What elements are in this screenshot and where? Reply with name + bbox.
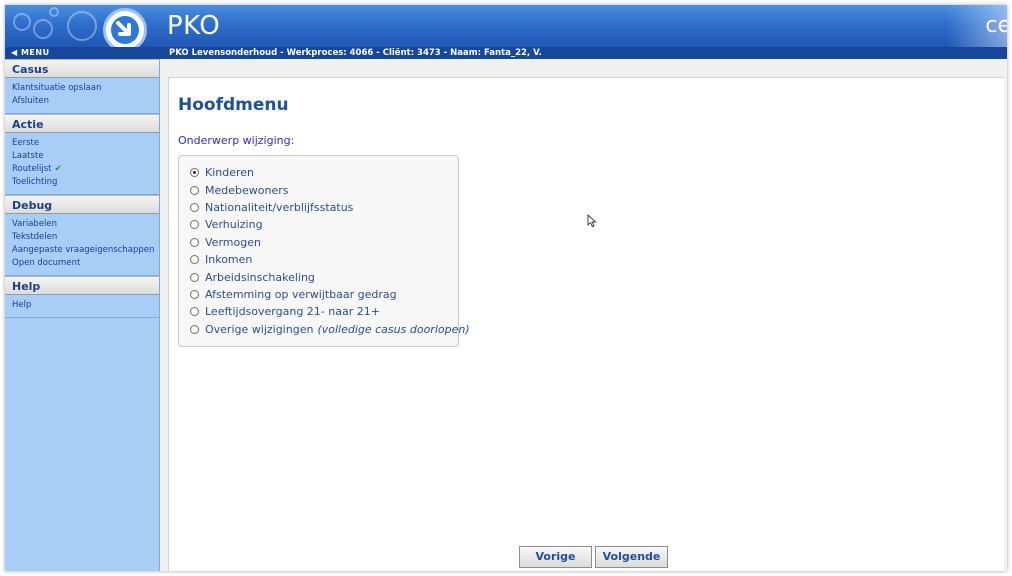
option-overige-wijzigingen[interactable]: Overige wijzigingen (volledige casus doo… [190, 321, 470, 338]
sidebar-section-debug-items: Variabelen Tekstdelen Aangepaste vraagei… [5, 214, 159, 276]
option-note: (volledige casus doorlopen) [317, 322, 470, 336]
sidebar-link-help[interactable]: Help [12, 299, 159, 312]
option-medebewoners[interactable]: Medebewoners [190, 181, 458, 198]
sidebar-section-help-items: Help [5, 295, 159, 318]
brand-logo-fragment: ce [985, 13, 1007, 38]
caret-left-icon: ◀ [11, 48, 18, 57]
decor-bubble [67, 11, 97, 41]
sidebar-link-toelichting[interactable]: Toelichting [12, 176, 159, 189]
radio-button[interactable] [190, 255, 199, 265]
sidebar-section-casus-items: Klantsituatie opslaan Afsluiten [5, 78, 159, 114]
radio-button-selected[interactable] [190, 168, 199, 178]
option-label: Nationaliteit/verblijfsstatus [205, 200, 354, 214]
option-label: Medebewoners [205, 183, 289, 197]
sidebar-link-variabelen[interactable]: Variabelen [12, 218, 159, 231]
option-label: Vermogen [205, 235, 261, 249]
sidebar-link-laatste[interactable]: Laatste [12, 150, 159, 163]
option-group: Kinderen Medebewoners Nationaliteit/verb… [178, 155, 470, 347]
sidebar-section-actie: Actie [5, 114, 159, 133]
sidebar-section-debug: Debug [5, 195, 159, 214]
option-label: Kinderen [205, 166, 255, 180]
option-nationaliteit-verblijfsstatus[interactable]: Nationaliteit/verblijfsstatus [190, 199, 458, 216]
option-label: Leeftijdsovergang 21- naar 21+ [205, 305, 380, 319]
radio-button[interactable] [190, 220, 199, 230]
sidebar: Casus Klantsituatie opslaan Afsluiten Ac… [5, 59, 160, 571]
option-label: Afstemming op verwijtbaar gedrag [205, 287, 397, 301]
app-title: PKO [167, 11, 221, 41]
sidebar-section-casus: Casus [5, 59, 159, 78]
menu-toggle-label: MENU [20, 48, 50, 57]
option-arbeidsinschakeling[interactable]: Arbeidsinschakeling [190, 268, 458, 285]
sidebar-section-actie-items: Eerste Laatste Routelijst ✔ Toelichting [5, 133, 159, 195]
option-kinderen[interactable]: Kinderen [190, 164, 458, 181]
question-label: Onderwerp wijziging: [178, 134, 295, 147]
decor-bubble [49, 7, 59, 17]
radio-button[interactable] [190, 307, 199, 317]
sidebar-link-klantsituatie-opslaan[interactable]: Klantsituatie opslaan [12, 82, 159, 95]
mouse-cursor-icon [587, 214, 597, 228]
content-edge [1004, 77, 1007, 571]
previous-button[interactable]: Vorige [519, 546, 592, 568]
radio-button[interactable] [190, 289, 199, 299]
checkmark-icon: ✔ [54, 164, 63, 174]
radio-button[interactable] [190, 272, 199, 282]
decor-bubble [33, 19, 53, 39]
option-verhuizing[interactable]: Verhuizing [190, 216, 458, 233]
main-content: Hoofdmenu Onderwerp wijziging: Kinderen … [168, 77, 1007, 571]
decor-bubble [13, 13, 31, 31]
radio-button[interactable] [190, 324, 199, 334]
sub-header-bar: ◀ MENU PKO Levensonderhoud - Werkproces:… [5, 47, 1007, 59]
option-inkomen[interactable]: Inkomen [190, 251, 458, 268]
next-button[interactable]: Volgende [595, 546, 668, 568]
option-leeftijdsovergang[interactable]: Leeftijdsovergang 21- naar 21+ [190, 303, 458, 320]
sidebar-link-tekstdelen[interactable]: Tekstdelen [12, 231, 159, 244]
arrow-down-right-icon [111, 16, 139, 44]
sidebar-link-routelijst-label: Routelijst [12, 164, 52, 174]
menu-toggle[interactable]: ◀ MENU [11, 47, 50, 59]
sidebar-link-eerste[interactable]: Eerste [12, 137, 159, 150]
app-header: PKO ce [5, 5, 1007, 47]
radio-button[interactable] [190, 237, 199, 247]
radio-button[interactable] [190, 185, 199, 195]
sidebar-link-open-document[interactable]: Open document [12, 257, 159, 270]
logo [103, 8, 147, 47]
sidebar-link-routelijst[interactable]: Routelijst ✔ [12, 163, 159, 176]
app-window: PKO ce ◀ MENU PKO Levensonderhoud - Werk… [5, 5, 1007, 571]
option-label: Inkomen [205, 253, 253, 267]
sidebar-link-aangepaste-vraageigenschappen[interactable]: Aangepaste vraageigenschappen [12, 244, 159, 257]
option-label: Verhuizing [205, 218, 263, 232]
option-label: Overige wijzigingen [205, 322, 314, 336]
sidebar-link-afsluiten[interactable]: Afsluiten [12, 95, 159, 108]
option-label: Arbeidsinschakeling [205, 270, 315, 284]
sidebar-section-help: Help [5, 276, 159, 295]
radio-button[interactable] [190, 202, 199, 212]
option-vermogen[interactable]: Vermogen [190, 234, 458, 251]
page-title: Hoofdmenu [178, 95, 289, 115]
breadcrumb: PKO Levensonderhoud - Werkproces: 4066 -… [169, 48, 542, 58]
option-afstemming-verwijtbaar-gedrag[interactable]: Afstemming op verwijtbaar gedrag [190, 286, 458, 303]
